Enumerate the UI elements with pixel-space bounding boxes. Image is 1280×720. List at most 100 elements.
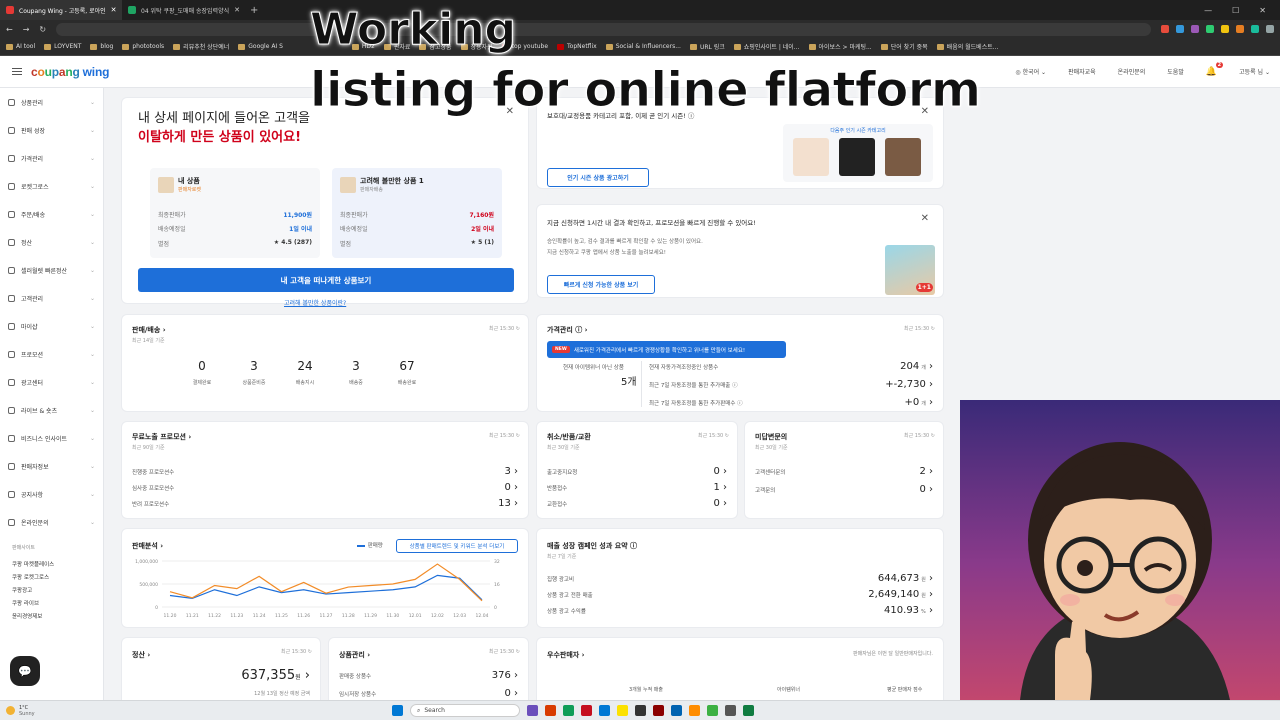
considered-product-link[interactable]: 고려해 볼만한 상품이란? (284, 298, 346, 307)
sidebar-link[interactable]: 윤리경영제보 (12, 612, 91, 625)
notion-icon[interactable] (635, 705, 646, 716)
start-icon[interactable] (392, 705, 403, 716)
sidebar-item[interactable]: 판매 성장 ⌄ (0, 116, 103, 144)
header-link-help[interactable]: 도움말 (1167, 67, 1184, 76)
extension-icon[interactable] (1251, 25, 1259, 33)
trend-analysis-button[interactable]: 상품별 판매트렌드 및 키워드 분석 더보기 (396, 539, 518, 553)
inquiry-row[interactable]: 고객센터문의 2 › (755, 466, 933, 477)
card-title[interactable]: 미답변문의 (755, 432, 787, 442)
sidebar-item[interactable]: 셀러월렛 빠른정산 ⌄ (0, 256, 103, 284)
settlement-amount[interactable]: 637,355원 › (241, 668, 310, 683)
bookmark-item[interactable]: Google AI S (238, 43, 283, 50)
sidebar-item[interactable]: 상품관리 ⌄ (0, 88, 103, 116)
bookmark-item[interactable]: AI tool (6, 43, 35, 50)
winner-count[interactable]: 5개 (621, 373, 637, 388)
header-link-inquiry[interactable]: 온라인문의 (1118, 67, 1146, 76)
app-icon[interactable] (527, 705, 538, 716)
card-title[interactable]: 판매분석 › (132, 541, 163, 551)
bookmark-item[interactable]: URL 링크 (689, 42, 725, 51)
window-close-icon[interactable]: ✕ (1259, 6, 1266, 15)
extension-icon[interactable] (1176, 25, 1184, 33)
sidebar-link[interactable]: 쿠팡 라이브 (12, 599, 91, 612)
profile-icon[interactable] (1266, 25, 1274, 33)
cancel-row[interactable]: 반품접수 1 › (547, 482, 727, 493)
card-title[interactable]: 우수판매자 › (547, 650, 585, 660)
back-icon[interactable]: ← (6, 25, 13, 34)
promo-row[interactable]: 진행중 프로모션수 3 › (132, 466, 518, 477)
forward-icon[interactable]: → (23, 25, 30, 34)
growth-row[interactable]: 상품 광고 전환 매출 2,649,140 원 › (547, 589, 933, 600)
card-title[interactable]: 취소/반품/교환 (547, 432, 591, 442)
app-icon[interactable] (707, 705, 718, 716)
reload-icon[interactable]: ↻ (39, 25, 46, 34)
fast-promo-button[interactable]: 빠르게 신청 가능한 상품 보기 (547, 275, 655, 294)
stat-delivered[interactable]: 67 배송완료 (385, 359, 429, 386)
user-menu[interactable]: 고등록 님 ⌄ (1239, 67, 1270, 76)
sidebar-item[interactable]: 정산 ⌄ (0, 228, 103, 256)
app-icon[interactable] (689, 705, 700, 716)
card-title[interactable]: 매출 성장 캠페인 성과 요약 ⓘ (547, 541, 637, 551)
sidebar-item[interactable]: 공지사항 ⌄ (0, 480, 103, 508)
app-icon[interactable] (581, 705, 592, 716)
chat-icon[interactable]: 💬 (10, 656, 40, 686)
season-ad-button[interactable]: 인기 시즌 상품 광고하기 (547, 168, 649, 187)
weather-widget[interactable]: 1°C Sunny (0, 705, 35, 717)
bookmark-item[interactable]: TopNetflix (557, 43, 597, 50)
tab-close-icon[interactable]: ✕ (234, 6, 240, 14)
tab-close-icon[interactable]: ✕ (111, 6, 117, 14)
price-row[interactable]: 최근 7일 자동조정을 통한 추가판매수 ⓘ +0 개 › (649, 397, 933, 408)
sidebar-link[interactable]: 쿠팡 마켓플레이스 (12, 560, 91, 573)
price-new-banner[interactable]: NEW 새로워진 가격관리에서 빠르게 경쟁상황을 확인하고 위너를 만들어 보세… (547, 341, 786, 358)
card-title[interactable]: 상품관리 › (339, 650, 370, 660)
promo-row[interactable]: 반려 프로모션수 13 › (132, 498, 518, 509)
taskbar-search[interactable]: ⌕ Search (410, 704, 520, 717)
bookmark-item[interactable]: 배움의 월드베스트... (936, 42, 998, 51)
sidebar-link[interactable]: 쿠팡 로켓그로스 (12, 573, 91, 586)
language-select[interactable]: ◎ 한국어 ⌄ (1015, 67, 1046, 76)
bell-icon[interactable]: 🔔 2 (1206, 61, 1224, 77)
product-row[interactable]: 판매중 상품수 376 › (339, 670, 518, 681)
excel-icon[interactable] (743, 705, 754, 716)
app-icon[interactable] (653, 705, 664, 716)
sidebar-item[interactable]: 로켓그로스 ⌄ (0, 172, 103, 200)
price-row[interactable]: 현재 자동가격조정중인 상품수 204 개 › (649, 361, 933, 372)
app-icon[interactable] (671, 705, 682, 716)
sidebar-item[interactable]: 온라인문의 ⌄ (0, 508, 103, 536)
sidebar-item[interactable]: 라이브 & 숏츠 ⌄ (0, 396, 103, 424)
browser-tab[interactable]: Coupang Wing - 고등록, 로아인 ✕ (0, 0, 122, 20)
card-title[interactable]: 가격관리 ⓘ › (547, 325, 588, 335)
stat-shipping[interactable]: 3 배송중 (334, 359, 378, 386)
bookmark-item[interactable]: blog (90, 43, 113, 50)
extension-icon[interactable] (1191, 25, 1199, 33)
coupang-wing-logo[interactable]: coupang wing (31, 65, 109, 79)
stat-ship-order[interactable]: 24 배송지시 (283, 359, 327, 386)
bookmark-item[interactable]: 아이보스 > 마케팅... (808, 42, 872, 51)
card-title[interactable]: 판매/배송 › (132, 325, 166, 335)
sidebar-item[interactable]: 주문/배송 ⌄ (0, 200, 103, 228)
sidebar-item[interactable]: 비즈니스 인사이트 ⌄ (0, 424, 103, 452)
growth-row[interactable]: 상품 광고 수익률 410.93% › (547, 605, 933, 616)
app-icon[interactable] (725, 705, 736, 716)
sidebar-item[interactable]: 마이샵 ⌄ (0, 312, 103, 340)
bookmark-item[interactable]: 단어 찾기 중복 (880, 42, 928, 51)
bookmark-item[interactable]: 쇼핑인사이트 | 네이... (733, 42, 800, 51)
bookmark-item[interactable]: LOYVENT (44, 43, 81, 50)
sidebar-item[interactable]: 고객관리 ⌄ (0, 284, 103, 312)
sidebar-item[interactable]: 가격관리 ⌄ (0, 144, 103, 172)
cancel-row[interactable]: 교환접수 0 › (547, 498, 727, 509)
sidebar-link[interactable]: 쿠팡광고 (12, 586, 91, 599)
growth-row[interactable]: 집행 광고비 644,673 원 › (547, 573, 933, 584)
bookmark-item[interactable]: phototools (122, 43, 164, 50)
bookmark-item[interactable]: Social & Influencers... (605, 43, 681, 50)
card-title[interactable]: 무료노출 프로모션 › (132, 432, 191, 442)
sidebar-item[interactable]: 광고센터 ⌄ (0, 368, 103, 396)
app-icon[interactable] (563, 705, 574, 716)
new-tab-icon[interactable]: + (250, 5, 258, 16)
menu-icon[interactable] (12, 67, 22, 76)
header-link-education[interactable]: 판매자교육 (1068, 67, 1096, 76)
minimize-icon[interactable]: — (1204, 6, 1212, 15)
product-row[interactable]: 임시저장 상품수 0 › (339, 688, 518, 699)
inquiry-row[interactable]: 고객문의 0 › (755, 484, 933, 495)
folder-icon[interactable] (617, 705, 628, 716)
extension-icon[interactable] (1161, 25, 1169, 33)
